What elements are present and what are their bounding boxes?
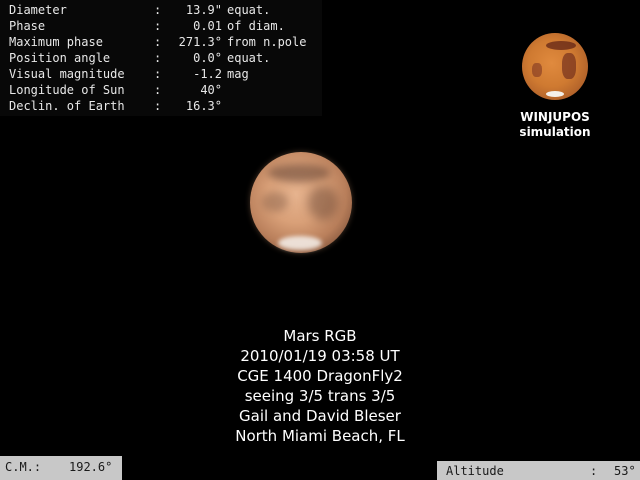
ephemeris-colon: : — [154, 35, 162, 49]
polar-cap — [546, 91, 564, 97]
ephemeris-row: Phase : 0.01 of diam. — [9, 18, 285, 34]
ephemeris-label: Visual magnitude — [9, 67, 125, 81]
surface-marking — [546, 41, 576, 50]
ephemeris-unit: equat. — [227, 51, 271, 65]
caption-line: seeing 3/5 trans 3/5 — [244, 387, 396, 405]
ephemeris-unit: equat. — [227, 3, 271, 17]
ephemeris-value: 40° — [200, 83, 222, 97]
ephemeris-unit: mag — [227, 67, 249, 81]
surface-marking — [562, 53, 576, 79]
surface-marking — [308, 186, 338, 220]
ephemeris-label: Diameter — [9, 3, 67, 17]
ephemeris-colon: : — [154, 67, 162, 81]
ephemeris-value: 0.01 — [193, 19, 222, 33]
ephemeris-value: 13.9" — [185, 3, 222, 17]
altitude-colon: : — [590, 464, 598, 478]
ephemeris-colon: : — [154, 99, 162, 113]
altitude-value: 53° — [614, 464, 636, 478]
polar-cap — [278, 236, 322, 250]
surface-marking — [268, 164, 330, 182]
simulation-subtitle: simulation — [519, 125, 591, 139]
ephemeris-label: Maximum phase — [9, 35, 103, 49]
ephemeris-unit: of diam. — [227, 19, 285, 33]
mars-simulation-image — [522, 33, 588, 100]
altitude-box: Altitude : 53° — [437, 461, 640, 480]
simulation-title: WINJUPOS — [520, 110, 590, 124]
surface-marking — [262, 192, 288, 212]
ephemeris-label: Phase — [9, 19, 46, 33]
cm-label: C.M.: — [5, 460, 42, 474]
ephemeris-value: 271.3° — [178, 35, 222, 49]
observation-caption: Mars RGB 2010/01/19 03:58 UT CGE 1400 Dr… — [160, 326, 480, 446]
ephemeris-row: Visual magnitude : -1.2 mag — [9, 66, 249, 82]
caption-line: Gail and David Bleser — [239, 407, 401, 425]
surface-marking — [532, 63, 542, 77]
ephemeris-row: Longitude of Sun : 40° — [9, 82, 222, 98]
ephemeris-row: Position angle : 0.0° equat. — [9, 50, 270, 66]
ephemeris-unit: from n.pole — [227, 35, 307, 49]
ephemeris-row: Maximum phase : 271.3° from n.pole — [9, 34, 306, 50]
caption-line: CGE 1400 DragonFly2 — [237, 367, 403, 385]
cm-value: 192.6° — [69, 460, 113, 474]
ephemeris-panel: Diameter : 13.9" equat. Phase : 0.01 of … — [0, 0, 322, 116]
ephemeris-value: -1.2 — [193, 67, 222, 81]
caption-line: Mars RGB — [283, 327, 357, 345]
ephemeris-colon: : — [154, 83, 162, 97]
ephemeris-colon: : — [154, 19, 162, 33]
central-meridian-box: C.M.: 192.6° — [0, 456, 122, 480]
ephemeris-value: 16.3° — [185, 99, 222, 113]
ephemeris-row: Diameter : 13.9" equat. — [9, 2, 270, 18]
simulation-caption: WINJUPOS simulation — [500, 110, 610, 140]
ephemeris-label: Position angle — [9, 51, 111, 65]
ephemeris-colon: : — [154, 51, 162, 65]
mars-image — [250, 152, 352, 253]
ephemeris-colon: : — [154, 3, 162, 17]
ephemeris-value: 0.0° — [193, 51, 222, 65]
ephemeris-label: Declin. of Earth — [9, 99, 125, 113]
ephemeris-label: Longitude of Sun — [9, 83, 125, 97]
altitude-label: Altitude — [446, 464, 504, 478]
caption-line: North Miami Beach, FL — [235, 427, 405, 445]
ephemeris-row: Declin. of Earth : 16.3° — [9, 98, 222, 114]
caption-line: 2010/01/19 03:58 UT — [240, 347, 400, 365]
